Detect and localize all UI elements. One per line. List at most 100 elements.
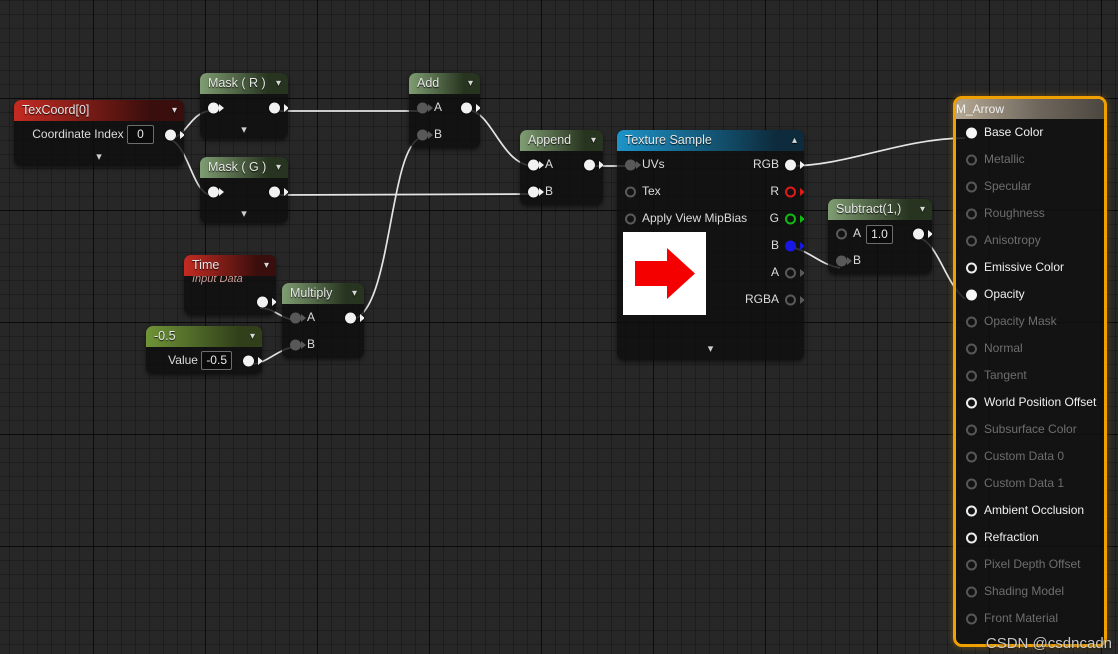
node-append[interactable]: Append ▾ A B (520, 130, 603, 205)
chevron-down-icon[interactable]: ▾ (276, 73, 281, 94)
node-header[interactable]: Time ▾ (184, 255, 276, 276)
chevron-down-icon[interactable]: ▾ (276, 157, 281, 178)
output-pin-b[interactable] (785, 240, 796, 251)
chevron-up-icon[interactable]: ▴ (792, 130, 797, 151)
input-pin-mipbias[interactable] (625, 213, 636, 224)
chevron-down-icon[interactable]: ▾ (250, 326, 255, 347)
material-pin-row[interactable]: Front Material (956, 605, 1104, 632)
output-pin-g[interactable] (785, 213, 796, 224)
material-pin-row[interactable]: World Position Offset (956, 389, 1104, 416)
material-input-pin[interactable] (966, 586, 977, 597)
chevron-down-icon[interactable]: ▾ (172, 100, 177, 121)
output-pin[interactable] (269, 102, 280, 113)
material-pin-row[interactable]: Opacity Mask (956, 308, 1104, 335)
node-constant[interactable]: -0.5 ▾ Value -0.5 (146, 326, 262, 374)
material-input-pin[interactable] (966, 613, 977, 624)
material-pin-row[interactable]: Custom Data 0 (956, 443, 1104, 470)
node-header[interactable]: -0.5 ▾ (146, 326, 262, 347)
material-input-pin[interactable] (966, 505, 977, 516)
material-pin-row[interactable]: Anisotropy (956, 227, 1104, 254)
output-pin-r[interactable] (785, 186, 796, 197)
node-texture-sample[interactable]: Texture Sample ▴ UVs RGB Tex R Apply Vie… (617, 130, 804, 360)
input-pin-a[interactable] (290, 312, 301, 323)
material-pin-row[interactable]: Pixel Depth Offset (956, 551, 1104, 578)
material-input-pin[interactable] (966, 532, 977, 543)
output-pin-a[interactable] (785, 267, 796, 278)
material-pin-row[interactable]: Base Color (956, 119, 1104, 146)
material-input-pin[interactable] (966, 289, 977, 300)
node-header[interactable]: Subtract(1,) ▾ (828, 199, 932, 220)
node-header[interactable]: Mask ( R ) ▾ (200, 73, 288, 94)
material-pin-row[interactable]: Normal (956, 335, 1104, 362)
output-pin-rgb[interactable] (785, 159, 796, 170)
input-pin-b[interactable] (528, 186, 539, 197)
material-input-pin[interactable] (966, 559, 977, 570)
subtract-a-input[interactable]: 1.0 (866, 225, 893, 244)
material-pin-row[interactable]: Emissive Color (956, 254, 1104, 281)
node-add[interactable]: Add ▾ A B (409, 73, 480, 148)
material-pin-row[interactable]: Shading Model (956, 578, 1104, 605)
node-texcoord[interactable]: TexCoord[0] ▾ Coordinate Index 0 ▾ (14, 100, 184, 166)
coordinate-index-input[interactable]: 0 (127, 125, 154, 145)
material-input-pin[interactable] (966, 316, 977, 327)
material-pin-row[interactable]: Ambient Occlusion (956, 497, 1104, 524)
chevron-down-icon[interactable]: ▾ (352, 283, 357, 304)
node-header[interactable]: M_Arrow (956, 99, 1104, 119)
input-pin-b[interactable] (417, 129, 428, 140)
material-input-pin[interactable] (966, 424, 977, 435)
material-input-pin[interactable] (966, 370, 977, 381)
node-subtract[interactable]: Subtract(1,) ▾ A 1.0 B (828, 199, 932, 274)
output-pin[interactable] (257, 296, 268, 307)
material-input-pin[interactable] (966, 208, 977, 219)
input-pin[interactable] (208, 186, 219, 197)
material-input-pin[interactable] (966, 127, 977, 138)
output-pin[interactable] (269, 186, 280, 197)
output-pin[interactable] (243, 355, 254, 366)
input-pin-b[interactable] (290, 339, 301, 350)
material-input-pin[interactable] (966, 451, 977, 462)
node-header[interactable]: Multiply ▾ (282, 283, 364, 304)
texture-thumbnail[interactable] (623, 232, 706, 315)
node-mask-g[interactable]: Mask ( G ) ▾ ▾ (200, 157, 288, 223)
input-pin-b[interactable] (836, 255, 847, 266)
material-pin-row[interactable]: Metallic (956, 146, 1104, 173)
node-time[interactable]: Time ▾ Input Data (184, 255, 276, 315)
node-mask-r[interactable]: Mask ( R ) ▾ ▾ (200, 73, 288, 139)
output-pin[interactable] (345, 312, 356, 323)
chevron-down-icon[interactable]: ▾ (264, 255, 269, 276)
material-pin-row[interactable]: Roughness (956, 200, 1104, 227)
expand-chevron-icon[interactable]: ▾ (200, 121, 288, 139)
expand-chevron-icon[interactable]: ▾ (200, 205, 288, 223)
input-pin-uvs[interactable] (625, 159, 636, 170)
material-pin-row[interactable]: Subsurface Color (956, 416, 1104, 443)
material-input-pin[interactable] (966, 478, 977, 489)
value-input[interactable]: -0.5 (201, 351, 232, 371)
material-input-pin[interactable] (966, 181, 977, 192)
node-header[interactable]: TexCoord[0] ▾ (14, 100, 184, 121)
material-pin-row[interactable]: Tangent (956, 362, 1104, 389)
output-pin[interactable] (461, 102, 472, 113)
input-pin-a[interactable] (528, 159, 539, 170)
node-multiply[interactable]: Multiply ▾ A B (282, 283, 364, 358)
chevron-down-icon[interactable]: ▾ (591, 130, 596, 151)
output-pin[interactable] (584, 159, 595, 170)
node-header[interactable]: Mask ( G ) ▾ (200, 157, 288, 178)
input-pin-tex[interactable] (625, 186, 636, 197)
material-input-pin[interactable] (966, 154, 977, 165)
material-pin-row[interactable]: Custom Data 1 (956, 470, 1104, 497)
expand-chevron-icon[interactable]: ▾ (14, 148, 184, 166)
material-input-pin[interactable] (966, 397, 977, 408)
output-pin-rgba[interactable] (785, 294, 796, 305)
material-input-pin[interactable] (966, 262, 977, 273)
output-pin[interactable] (165, 129, 176, 140)
material-pin-row[interactable]: Specular (956, 173, 1104, 200)
node-header[interactable]: Add ▾ (409, 73, 480, 94)
expand-chevron-icon[interactable]: ▾ (617, 340, 804, 358)
input-pin-a[interactable] (836, 228, 847, 239)
material-pin-row[interactable]: Refraction (956, 524, 1104, 551)
chevron-down-icon[interactable]: ▾ (920, 199, 925, 220)
input-pin-a[interactable] (417, 102, 428, 113)
input-pin[interactable] (208, 102, 219, 113)
node-header[interactable]: Texture Sample ▴ (617, 130, 804, 151)
material-input-pin[interactable] (966, 235, 977, 246)
